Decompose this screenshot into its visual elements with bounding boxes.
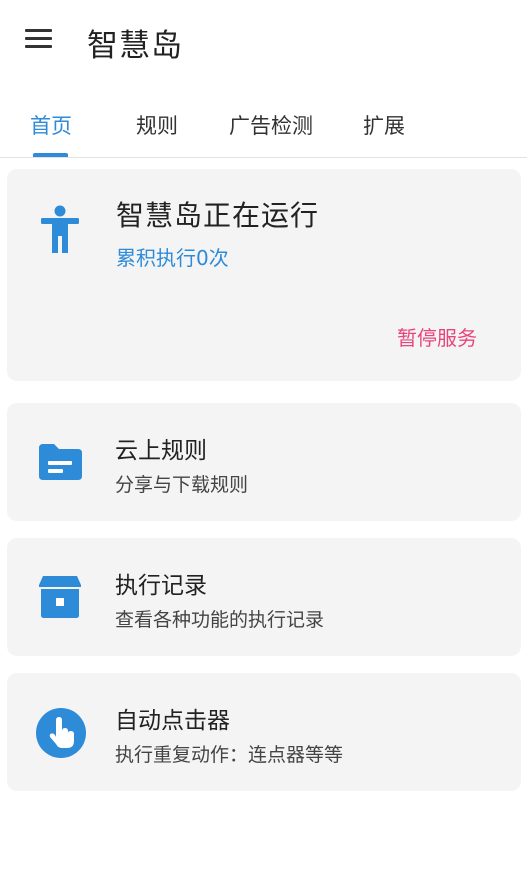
feature-title: 执行记录 — [115, 573, 207, 599]
touch-icon — [36, 708, 86, 758]
tab-rules[interactable]: 规则 — [136, 110, 178, 140]
archive-icon — [39, 576, 81, 618]
execution-count: 累积执行0次 — [116, 246, 229, 270]
cloud-rules-card[interactable]: 云上规则 分享与下载规则 — [7, 403, 521, 521]
tab-bar: 首页 规则 广告检测 扩展 — [0, 86, 527, 158]
app-title: 智慧岛 — [87, 28, 183, 64]
auto-clicker-card[interactable]: 自动点击器 执行重复动作：连点器等等 — [7, 673, 521, 791]
feature-description: 分享与下载规则 — [115, 474, 249, 496]
feature-title: 自动点击器 — [115, 708, 230, 734]
tab-extensions[interactable]: 扩展 — [363, 110, 405, 140]
app-bar: 智慧岛 — [0, 0, 527, 86]
feature-description: 执行重复动作：连点器等等 — [115, 744, 344, 766]
feature-description: 查看各种功能的执行记录 — [115, 609, 325, 631]
menu-icon[interactable] — [25, 29, 52, 49]
pause-service-button[interactable]: 暂停服务 — [397, 322, 477, 351]
tab-indicator — [33, 153, 68, 157]
tab-ad-detection[interactable]: 广告检测 — [229, 110, 313, 140]
service-status-card: 智慧岛正在运行 累积执行0次 暂停服务 — [7, 169, 521, 381]
tab-home[interactable]: 首页 — [30, 110, 72, 140]
execution-log-card[interactable]: 执行记录 查看各种功能的执行记录 — [7, 538, 521, 656]
status-title: 智慧岛正在运行 — [116, 199, 320, 232]
accessibility-icon — [41, 205, 79, 253]
feature-title: 云上规则 — [115, 438, 207, 464]
folder-icon — [39, 444, 82, 480]
